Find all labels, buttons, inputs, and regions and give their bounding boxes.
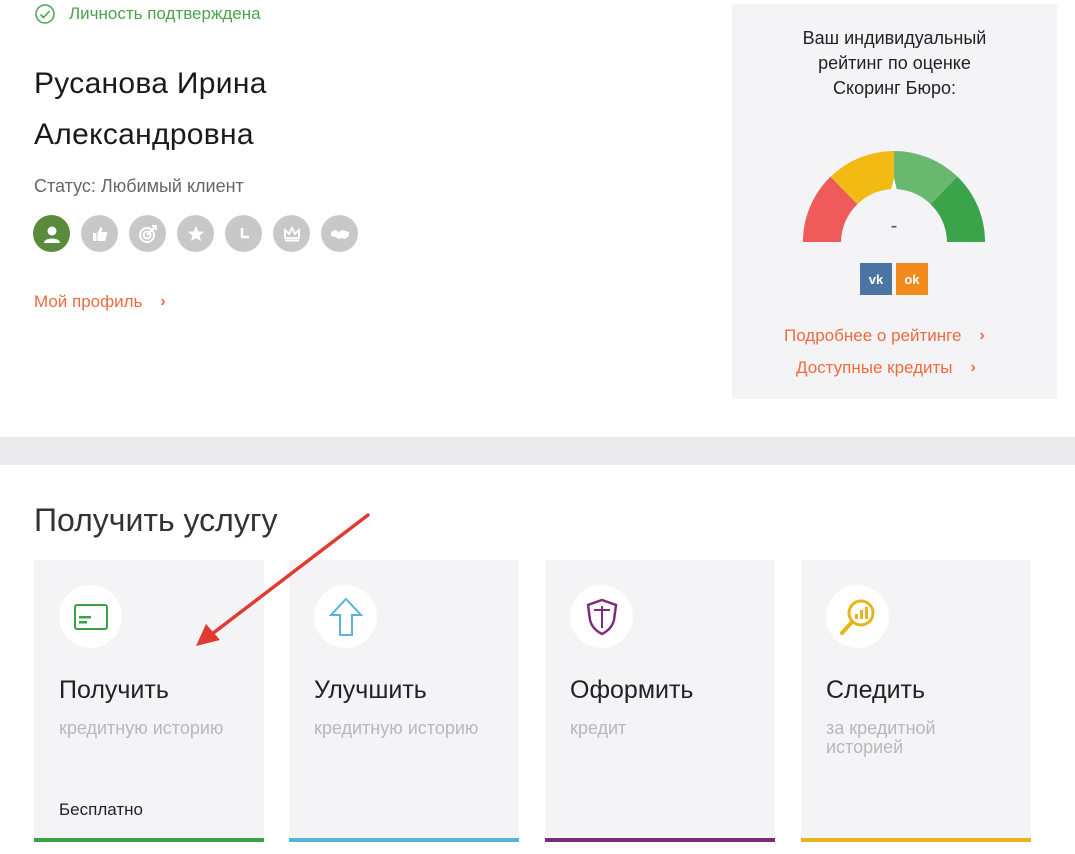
star-icon[interactable] [177,215,214,252]
identity-verified: Личность подтверждена [35,4,261,24]
verified-text: Личность подтверждена [69,4,261,23]
service-card-monitor[interactable]: Следить за кредитной историей [801,560,1031,842]
card-title: Улучшить [314,676,427,704]
rating-panel: Ваш индивидуальный рейтинг по оценке Ско… [732,4,1057,399]
card-price: Бесплатно [59,800,143,819]
section-divider [0,437,1075,465]
user-icon[interactable] [33,215,70,252]
rating-gauge: - [802,150,986,242]
crown-icon[interactable] [273,215,310,252]
handshake-icon[interactable] [321,215,358,252]
card-subtitle: кредитную историю [314,718,479,738]
chevron-right-icon: › [970,359,976,376]
card-accent-bar [801,838,1031,842]
card-title: Оформить [570,676,694,704]
user-full-name: Русанова Ирина Александровна [34,58,267,160]
social-share: vk ok [860,263,928,295]
card-accent-bar [289,838,519,842]
chevron-right-icon: › [160,293,166,310]
card-subtitle: кредитную историю [59,718,224,738]
rating-details-link[interactable]: Подробнее о рейтинге › [784,326,985,346]
thumbs-up-icon[interactable] [81,215,118,252]
card-title: Следить [826,676,926,704]
services-title: Получить услугу [34,502,278,538]
magnifier-chart-icon [826,585,889,648]
check-circle-icon [35,4,55,24]
my-profile-label: Мой профиль [34,292,143,311]
service-card-get[interactable]: Получить кредитную историю Бесплатно [34,560,264,842]
card-accent-bar [545,838,775,842]
rating-title: Ваш индивидуальный рейтинг по оценке Ско… [802,28,987,98]
client-status: Статус: Любимый клиент [34,176,244,196]
name-line-2: Александровна [34,118,254,151]
shield-icon [570,585,633,648]
achievement-badges [33,215,358,252]
odnoklassniki-icon[interactable]: ok [896,263,928,295]
service-card-improve[interactable]: Улучшить кредитную историю [289,560,519,842]
clock-icon[interactable] [225,215,262,252]
chevron-right-icon: › [979,327,985,344]
arrow-up-icon [314,585,377,648]
vk-icon[interactable]: vk [860,263,892,295]
target-icon[interactable] [129,215,166,252]
card-subtitle: кредит [570,718,627,738]
card-icon [59,585,122,648]
card-subtitle: за кредитной историей [826,718,936,757]
available-credits-link[interactable]: Доступные кредиты › [796,358,976,378]
card-accent-bar [34,838,264,842]
my-profile-link[interactable]: Мой профиль › [34,292,166,312]
card-title: Получить [59,676,169,704]
rating-score: - [891,215,898,237]
service-card-apply[interactable]: Оформить кредит [545,560,775,842]
name-line-1: Русанова Ирина [34,67,267,100]
